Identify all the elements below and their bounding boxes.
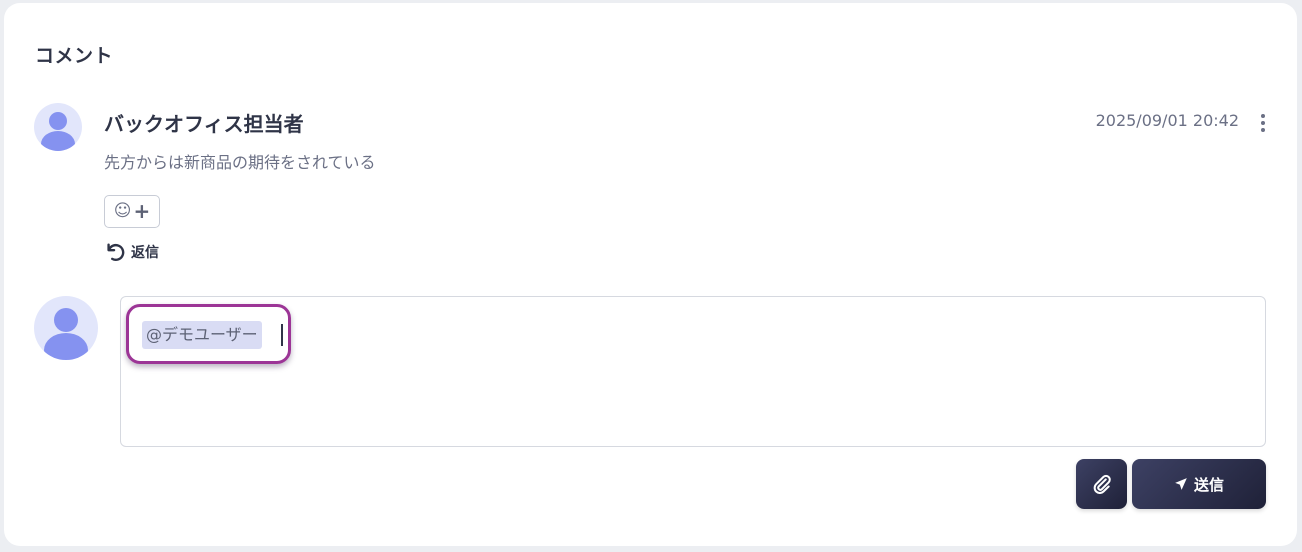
avatar-body [41, 131, 75, 151]
comment-card: コメント バックオフィス担当者 2025/09/01 20:42 先方からは新商… [4, 3, 1297, 546]
reply-icon [107, 243, 125, 261]
comment-timestamp: 2025/09/01 20:42 [1095, 111, 1239, 130]
comment-author-avatar [34, 103, 82, 151]
more-dot [1261, 121, 1265, 125]
paperclip-icon [1093, 474, 1111, 494]
avatar-body [44, 333, 88, 360]
section-title: コメント [35, 45, 114, 67]
send-button[interactable]: 送信 [1132, 459, 1266, 509]
add-reaction-button[interactable]: ☺ + [104, 195, 160, 228]
comment-author-name: バックオフィス担当者 [104, 112, 304, 136]
comment-body: 先方からは新商品の期待をされている [104, 153, 376, 172]
reply-label: 返信 [131, 245, 159, 261]
avatar-head [49, 112, 67, 130]
paper-plane-icon [1175, 478, 1187, 490]
avatar-head [54, 308, 78, 332]
send-label: 送信 [1193, 475, 1224, 494]
plus-icon: + [133, 198, 151, 223]
comment-input[interactable]: @デモユーザー [120, 296, 1266, 447]
more-dot [1261, 128, 1265, 132]
more-vertical-icon[interactable] [1254, 113, 1272, 133]
mention-chip[interactable]: @デモユーザー [142, 321, 262, 349]
current-user-avatar [34, 296, 98, 360]
text-caret [281, 324, 283, 346]
reply-button[interactable]: 返信 [104, 241, 159, 263]
more-dot [1261, 114, 1265, 118]
emoji-icon: ☺ [113, 201, 132, 221]
attach-button[interactable] [1076, 459, 1127, 509]
